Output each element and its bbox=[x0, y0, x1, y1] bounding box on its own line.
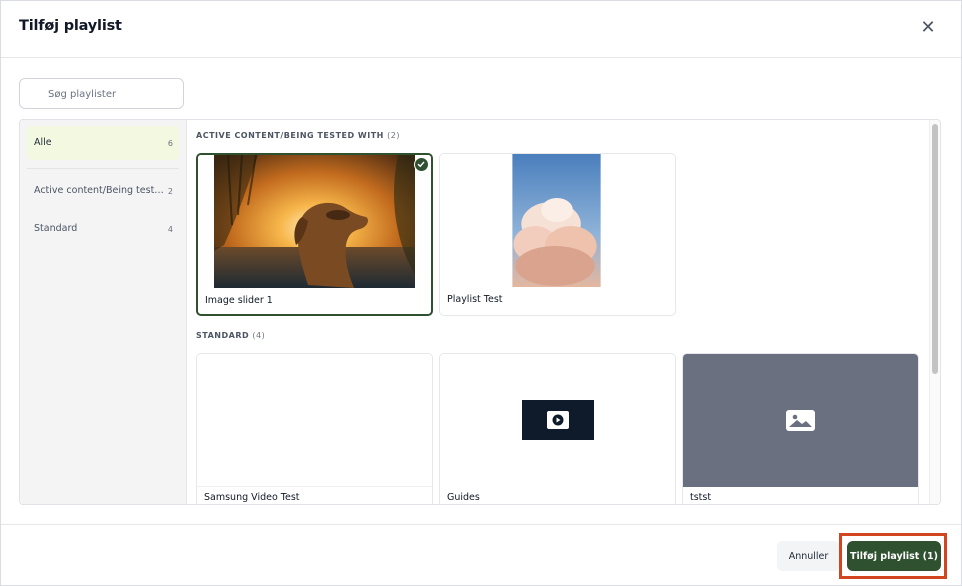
scrollbar-thumb[interactable] bbox=[932, 124, 938, 374]
playlist-card-name: Guides bbox=[447, 492, 480, 503]
modal-title: Tilføj playlist bbox=[19, 18, 122, 34]
section-title-standard: STANDARD (4) bbox=[196, 331, 265, 340]
sidebar-item-standard[interactable]: Standard 4 bbox=[27, 212, 179, 246]
section-title-active: ACTIVE CONTENT/BEING TESTED WITH (2) bbox=[196, 131, 400, 140]
section-count: (4) bbox=[252, 331, 266, 340]
sidebar-item-active-content[interactable]: Active content/Being tested with 2 bbox=[27, 174, 179, 208]
modal-header: Tilføj playlist ✕ bbox=[1, 1, 961, 58]
video-icon bbox=[522, 400, 594, 440]
sidebar-item-all[interactable]: Alle 6 bbox=[27, 126, 179, 160]
sidebar-item-label: Active content/Being tested with bbox=[34, 185, 164, 196]
search-box[interactable] bbox=[19, 78, 184, 109]
add-playlist-modal: Tilføj playlist ✕ Alle 6 Active content/… bbox=[0, 0, 962, 586]
sidebar-item-label: Alle bbox=[34, 137, 52, 148]
playlist-card-name: tstst bbox=[690, 492, 712, 503]
blank-thumbnail bbox=[197, 354, 432, 487]
add-playlist-button[interactable]: Tilføj playlist (1) bbox=[847, 541, 941, 571]
playlist-card-guides[interactable]: Guides bbox=[439, 353, 676, 504]
placeholder-thumbnail bbox=[683, 354, 918, 487]
playlist-card-image-slider-1[interactable]: Image slider 1 bbox=[196, 153, 433, 316]
clouds-thumbnail bbox=[440, 154, 675, 287]
scrollbar[interactable] bbox=[929, 120, 940, 504]
section-title-text: ACTIVE CONTENT/BEING TESTED WITH bbox=[196, 131, 384, 140]
sidebar-item-count: 6 bbox=[167, 139, 173, 148]
playlist-card-name: Samsung Video Test bbox=[204, 492, 300, 503]
close-icon[interactable]: ✕ bbox=[917, 18, 939, 40]
sidebar-divider bbox=[27, 168, 179, 169]
section-title-text: STANDARD bbox=[196, 331, 250, 340]
selected-check-icon bbox=[414, 157, 429, 172]
playlist-browser: Alle 6 Active content/Being tested with … bbox=[19, 119, 941, 505]
cancel-button[interactable]: Annuller bbox=[777, 541, 840, 571]
guides-thumbnail bbox=[440, 354, 675, 487]
playlist-card-name: Playlist Test bbox=[447, 294, 503, 305]
playlist-card-name: Image slider 1 bbox=[205, 295, 273, 306]
section-count: (2) bbox=[387, 131, 401, 140]
playlist-card-playlist-test[interactable]: Playlist Test bbox=[439, 153, 676, 316]
sidebar-item-count: 2 bbox=[167, 187, 173, 196]
image-placeholder-icon bbox=[786, 410, 815, 431]
playlist-grid: ACTIVE CONTENT/BEING TESTED WITH (2) Ima… bbox=[188, 120, 928, 504]
playlist-card-tstst[interactable]: tstst bbox=[682, 353, 919, 504]
playlist-card-samsung-video-test[interactable]: Samsung Video Test bbox=[196, 353, 433, 504]
modal-footer: Annuller Tilføj playlist (1) bbox=[1, 524, 961, 585]
sidebar-item-count: 4 bbox=[167, 225, 173, 234]
category-sidebar: Alle 6 Active content/Being tested with … bbox=[20, 120, 187, 504]
search-input[interactable] bbox=[48, 84, 178, 104]
dog-sunset-thumbnail bbox=[198, 155, 431, 288]
sidebar-item-label: Standard bbox=[34, 223, 78, 234]
